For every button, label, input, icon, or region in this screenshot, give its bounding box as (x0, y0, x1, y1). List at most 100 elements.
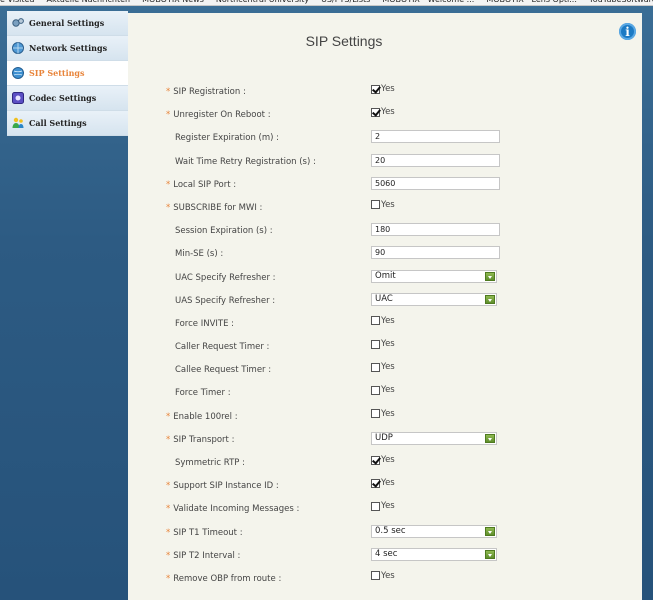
field-control: Yes (371, 362, 395, 375)
select-dropdown[interactable]: 4 sec (371, 547, 497, 561)
checkbox-label: Yes (381, 339, 395, 350)
checkbox-checked[interactable] (371, 84, 380, 94)
checkbox-unchecked[interactable] (371, 501, 380, 511)
field-control: Yes (371, 200, 395, 213)
form-row: Register Expiration (m) : 2 (128, 127, 642, 150)
field-control: Yes (371, 84, 395, 97)
field-label: Symmetric RTP : (175, 458, 245, 468)
field-label-text: Min-SE (s) : (175, 249, 224, 260)
field-label-text: Callee Request Timer : (175, 365, 272, 376)
yes-checkbox[interactable]: Yes (371, 84, 395, 94)
field-label-text: SIP T1 Timeout : (173, 527, 243, 538)
sidebar-item-label: General Settings (29, 18, 105, 28)
field-label-text: Local SIP Port : (173, 179, 237, 190)
field-label-text: Enable 100rel : (173, 411, 238, 422)
sidebar-item-call-settings[interactable]: Call Settings (7, 111, 128, 136)
field-label: * Validate Incoming Messages : (166, 504, 299, 514)
chevron-down-icon[interactable] (485, 433, 495, 443)
checkbox-checked[interactable] (371, 107, 380, 117)
bookmark-item[interactable]: YouTubeSoftware (589, 0, 653, 4)
form-row: Wait Time Retry Registration (s) : 20 (128, 151, 642, 174)
bookmark-item[interactable]: Aktuelle Nachrichten (47, 0, 131, 4)
bookmark-item[interactable]: MOBOTIX · Lens Opti... (486, 0, 577, 4)
text-input[interactable]: 20 (371, 153, 500, 167)
field-label-text: UAS Specify Refresher : (175, 295, 276, 306)
field-label: Force INVITE : (175, 319, 234, 329)
checkbox-label: Yes (381, 478, 395, 489)
sidebar-item-general-settings[interactable]: General Settings (7, 11, 128, 36)
yes-checkbox[interactable]: Yes (371, 409, 395, 419)
checkbox-unchecked[interactable] (371, 316, 380, 326)
sidebar-item-network-settings[interactable]: Network Settings (7, 36, 128, 61)
required-marker: * (166, 179, 171, 190)
chevron-down-icon[interactable] (485, 271, 495, 281)
yes-checkbox[interactable]: Yes (371, 200, 395, 210)
bookmark-item[interactable]: Northcentral University (216, 0, 309, 4)
field-label-text: Validate Incoming Messages : (173, 504, 300, 515)
bookmark-item[interactable]: US/PTS/Lists (321, 0, 370, 4)
sidebar-item-sip-settings[interactable]: SIP Settings (7, 61, 128, 86)
checkbox-unchecked[interactable] (371, 409, 380, 419)
checkbox-checked[interactable] (371, 455, 380, 465)
select-dropdown[interactable]: 0.5 sec (371, 524, 497, 538)
field-control: 4 sec (371, 547, 497, 561)
checkbox-label: Yes (381, 362, 395, 373)
form-row: * Unregister On Reboot : Yes (128, 104, 642, 127)
checkbox-checked[interactable] (371, 478, 380, 488)
checkbox-label: Yes (381, 385, 395, 396)
checkbox-label: Yes (381, 107, 395, 118)
yes-checkbox[interactable]: Yes (371, 339, 395, 349)
bookmark-item[interactable]: MOBOTIX · Welcome ... (382, 0, 474, 4)
yes-checkbox[interactable]: Yes (371, 107, 395, 117)
select-dropdown[interactable]: UAC (371, 292, 497, 306)
field-label: Min-SE (s) : (175, 249, 223, 259)
form-row: Caller Request Timer : Yes (128, 336, 642, 359)
yes-checkbox[interactable]: Yes (371, 571, 395, 581)
yes-checkbox[interactable]: Yes (371, 385, 395, 395)
select-dropdown[interactable]: Omit (371, 269, 497, 283)
yes-checkbox[interactable]: Yes (371, 501, 395, 511)
field-label-text: SIP Transport : (173, 434, 235, 445)
checkbox-unchecked[interactable] (371, 571, 380, 581)
field-label: * SIP T1 Timeout : (166, 528, 243, 538)
field-label: Session Expiration (s) : (175, 226, 273, 236)
checkbox-unchecked[interactable] (371, 362, 380, 372)
text-input[interactable]: 180 (371, 223, 500, 237)
text-input[interactable]: 2 (371, 130, 500, 144)
select-dropdown[interactable]: UDP (371, 431, 497, 445)
required-marker: * (166, 550, 171, 561)
checkbox-label: Yes (381, 84, 395, 94)
chevron-down-icon[interactable] (485, 549, 495, 559)
chevron-down-icon[interactable] (485, 526, 495, 536)
form-row: Callee Request Timer : Yes (128, 359, 642, 382)
yes-checkbox[interactable]: Yes (371, 455, 395, 465)
form-row: UAC Specify Refresher : Omit (128, 267, 642, 290)
yes-checkbox[interactable]: Yes (371, 316, 395, 326)
field-label-text: Caller Request Timer : (175, 342, 270, 353)
form-row: Force INVITE : Yes (128, 313, 642, 336)
yes-checkbox[interactable]: Yes (371, 478, 395, 488)
field-control: 0.5 sec (371, 524, 497, 538)
field-label: Force Timer : (175, 388, 231, 398)
page-scrollbar[interactable] (642, 13, 653, 600)
text-input[interactable]: 90 (371, 246, 500, 260)
form-row: * SIP T2 Interval : 4 sec (128, 545, 642, 568)
yes-checkbox[interactable]: Yes (371, 362, 395, 372)
field-label-text: Session Expiration (s) : (175, 226, 273, 237)
sidebar-item-codec-settings[interactable]: Codec Settings (7, 86, 128, 111)
sidebar-item-label: Codec Settings (29, 93, 97, 103)
checkbox-unchecked[interactable] (371, 200, 380, 210)
checkbox-unchecked[interactable] (371, 339, 380, 349)
field-label-text: SIP T2 Interval : (173, 550, 241, 561)
form-row: * Enable 100rel : Yes (128, 406, 642, 429)
required-marker: * (166, 434, 171, 445)
field-control: Yes (371, 501, 395, 514)
required-marker: * (166, 87, 171, 97)
checkbox-unchecked[interactable] (371, 385, 380, 395)
bookmark-item[interactable]: MOBOTIX News (142, 0, 204, 4)
info-icon[interactable]: i (619, 23, 636, 40)
bookmark-item[interactable]: e Visited (0, 0, 35, 4)
text-input[interactable]: 5060 (371, 176, 500, 190)
chevron-down-icon[interactable] (485, 294, 495, 304)
required-marker: * (166, 481, 171, 492)
